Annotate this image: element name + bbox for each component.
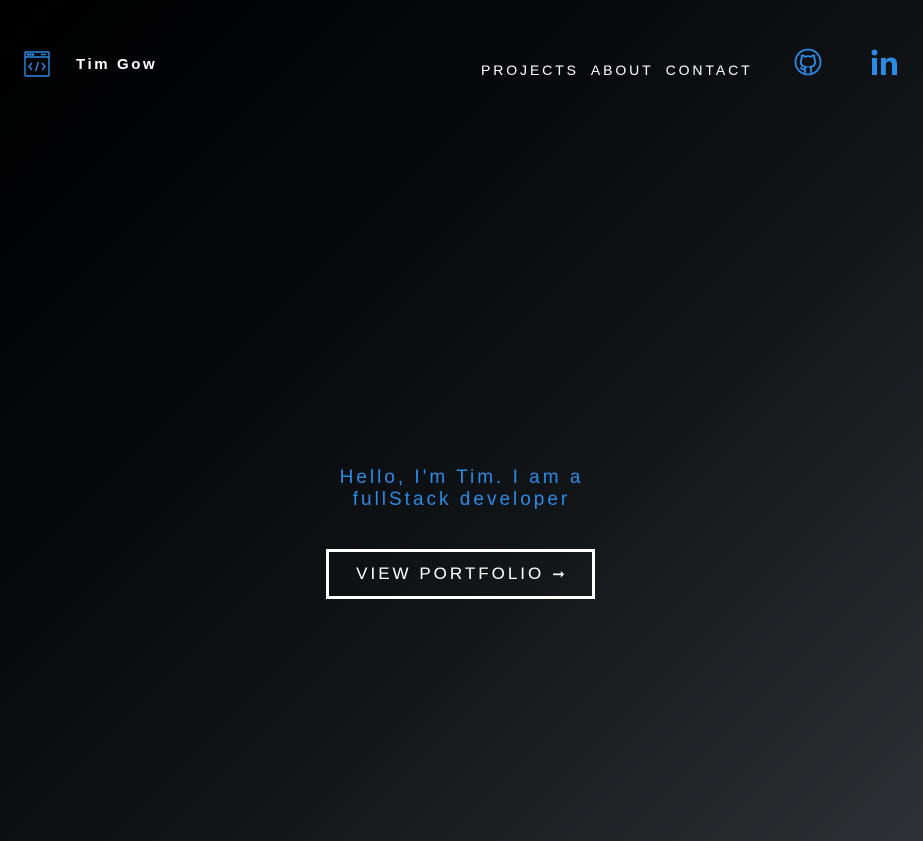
nav-about[interactable]: ABOUT xyxy=(591,62,654,78)
github-icon[interactable] xyxy=(794,48,822,76)
view-portfolio-button[interactable]: VIEW PORTFOLIO ➞ xyxy=(326,549,595,599)
nav-contact[interactable]: CONTACT xyxy=(666,62,753,78)
code-window-icon[interactable] xyxy=(24,51,50,77)
arrow-right-icon: ➞ xyxy=(552,566,565,583)
main-nav: PROJECTS ABOUT CONTACT xyxy=(481,62,753,78)
hero-greeting: Hello, I'm Tim. I am a fullStack develop… xyxy=(0,467,923,511)
nav-projects[interactable]: PROJECTS xyxy=(481,62,579,78)
view-portfolio-label: VIEW PORTFOLIO xyxy=(356,564,545,583)
linkedin-icon[interactable] xyxy=(871,49,898,76)
brand-name[interactable]: Tim Gow xyxy=(76,56,157,74)
hero-line-1: Hello, I'm Tim. I am a xyxy=(339,467,584,488)
hero-line-2: fullStack developer xyxy=(352,489,571,510)
